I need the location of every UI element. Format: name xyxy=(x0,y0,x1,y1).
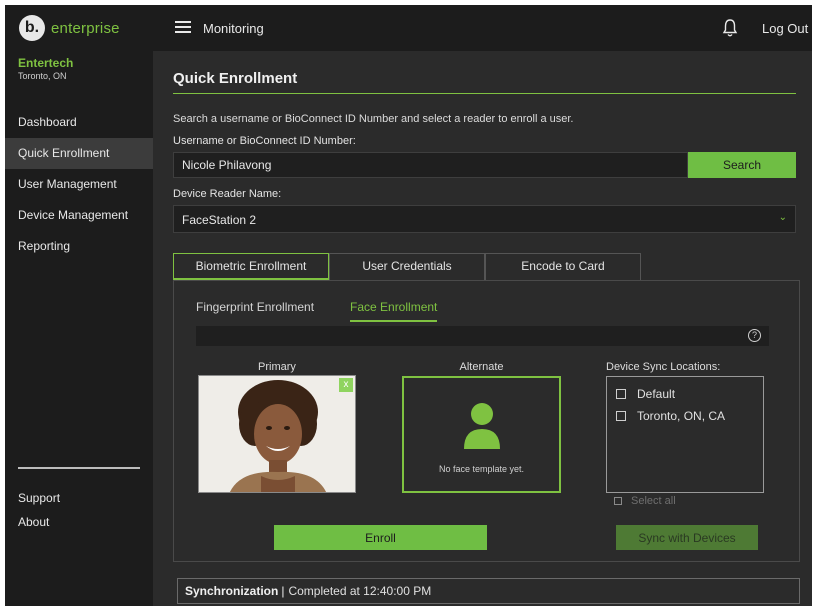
main-content: Quick Enrollment Search a username or Bi… xyxy=(153,51,812,606)
alternate-label: Alternate xyxy=(459,361,504,373)
info-bar: ? xyxy=(196,326,769,346)
primary-label: Primary xyxy=(258,361,296,373)
sidebar-item-about[interactable]: About xyxy=(18,510,60,534)
checkbox[interactable] xyxy=(614,497,622,505)
app-window: b. enterprise Monitoring Log Out Enterte… xyxy=(5,5,812,606)
sidebar-item-support[interactable]: Support xyxy=(18,486,60,510)
sidebar-item-quick-enrollment[interactable]: Quick Enrollment xyxy=(5,138,153,169)
search-button[interactable]: Search xyxy=(688,152,796,178)
sync-with-devices-button[interactable]: Sync with Devices xyxy=(616,525,758,550)
alternate-face-slot[interactable]: No face template yet. xyxy=(402,376,561,493)
tab-user-credentials[interactable]: User Credentials xyxy=(329,253,485,280)
logout-button[interactable]: Log Out xyxy=(762,21,808,36)
sync-locations-list: Default Toronto, ON, CA xyxy=(606,376,764,493)
primary-face-photo: x xyxy=(198,375,356,493)
alternate-empty-message: No face template yet. xyxy=(438,464,525,474)
enroll-button[interactable]: Enroll xyxy=(274,525,487,550)
device-reader-value: FaceStation 2 xyxy=(182,213,257,227)
logo-mark: b. xyxy=(19,15,45,41)
chevron-down-icon: ⌄ xyxy=(778,212,787,223)
user-silhouette-icon xyxy=(464,403,500,449)
select-all-checkbox[interactable]: Select all xyxy=(614,495,676,507)
sidebar-item-user-management[interactable]: User Management xyxy=(5,169,153,200)
org-location: Toronto, ON xyxy=(18,71,67,81)
help-icon[interactable]: ? xyxy=(748,329,761,342)
org-name: Entertech xyxy=(18,56,74,70)
sync-locations-label: Device Sync Locations: xyxy=(606,361,721,373)
top-bar: b. enterprise Monitoring Log Out xyxy=(5,5,812,51)
reader-label: Device Reader Name: xyxy=(173,188,282,200)
sidebar-item-reporting[interactable]: Reporting xyxy=(5,231,153,262)
username-label: Username or BioConnect ID Number: xyxy=(173,135,356,147)
tab-encode-to-card[interactable]: Encode to Card xyxy=(485,253,641,280)
bell-icon[interactable] xyxy=(722,18,738,38)
header-title: Monitoring xyxy=(203,21,264,36)
tab-biometric-enrollment[interactable]: Biometric Enrollment xyxy=(173,253,329,280)
hamburger-menu-icon[interactable] xyxy=(175,21,191,33)
enrollment-tabs: Biometric Enrollment User Credentials En… xyxy=(173,253,641,280)
sync-location-label: Default xyxy=(637,387,676,401)
checkbox[interactable] xyxy=(616,389,626,399)
sidebar-footer: Support About xyxy=(18,486,60,534)
sidebar-nav: Dashboard Quick Enrollment User Manageme… xyxy=(5,107,153,262)
sidebar-item-device-management[interactable]: Device Management xyxy=(5,200,153,231)
sidebar-divider xyxy=(18,467,140,469)
sync-status-bar: Synchronization | Completed at 12:40:00 … xyxy=(177,578,800,604)
instructions-text: Search a username or BioConnect ID Numbe… xyxy=(173,113,574,125)
subtab-fingerprint-enrollment[interactable]: Fingerprint Enrollment xyxy=(196,300,314,320)
logo-text: enterprise xyxy=(51,19,120,37)
sync-location-default[interactable]: Default xyxy=(616,387,675,401)
sync-status-separator: | xyxy=(281,584,285,598)
biometric-panel: Fingerprint Enrollment Face Enrollment ?… xyxy=(173,280,800,562)
select-all-label: Select all xyxy=(631,495,676,507)
username-input[interactable] xyxy=(173,152,688,178)
page-title: Quick Enrollment xyxy=(173,70,298,87)
subtab-face-enrollment[interactable]: Face Enrollment xyxy=(350,300,438,322)
sync-location-label: Toronto, ON, CA xyxy=(637,409,726,423)
face-photo-image xyxy=(199,376,355,492)
sync-status-label: Synchronization xyxy=(185,584,279,598)
sidebar-item-dashboard[interactable]: Dashboard xyxy=(5,107,153,138)
title-divider xyxy=(173,93,796,94)
sidebar: Entertech Toronto, ON Dashboard Quick En… xyxy=(5,51,153,606)
logo[interactable]: b. enterprise xyxy=(19,15,120,41)
sync-status-value: Completed at 12:40:00 PM xyxy=(288,584,432,598)
sync-location-toronto[interactable]: Toronto, ON, CA xyxy=(616,409,725,423)
remove-photo-button[interactable]: x xyxy=(339,378,353,392)
checkbox[interactable] xyxy=(616,411,626,421)
device-reader-select[interactable]: FaceStation 2 ⌄ xyxy=(173,205,796,233)
